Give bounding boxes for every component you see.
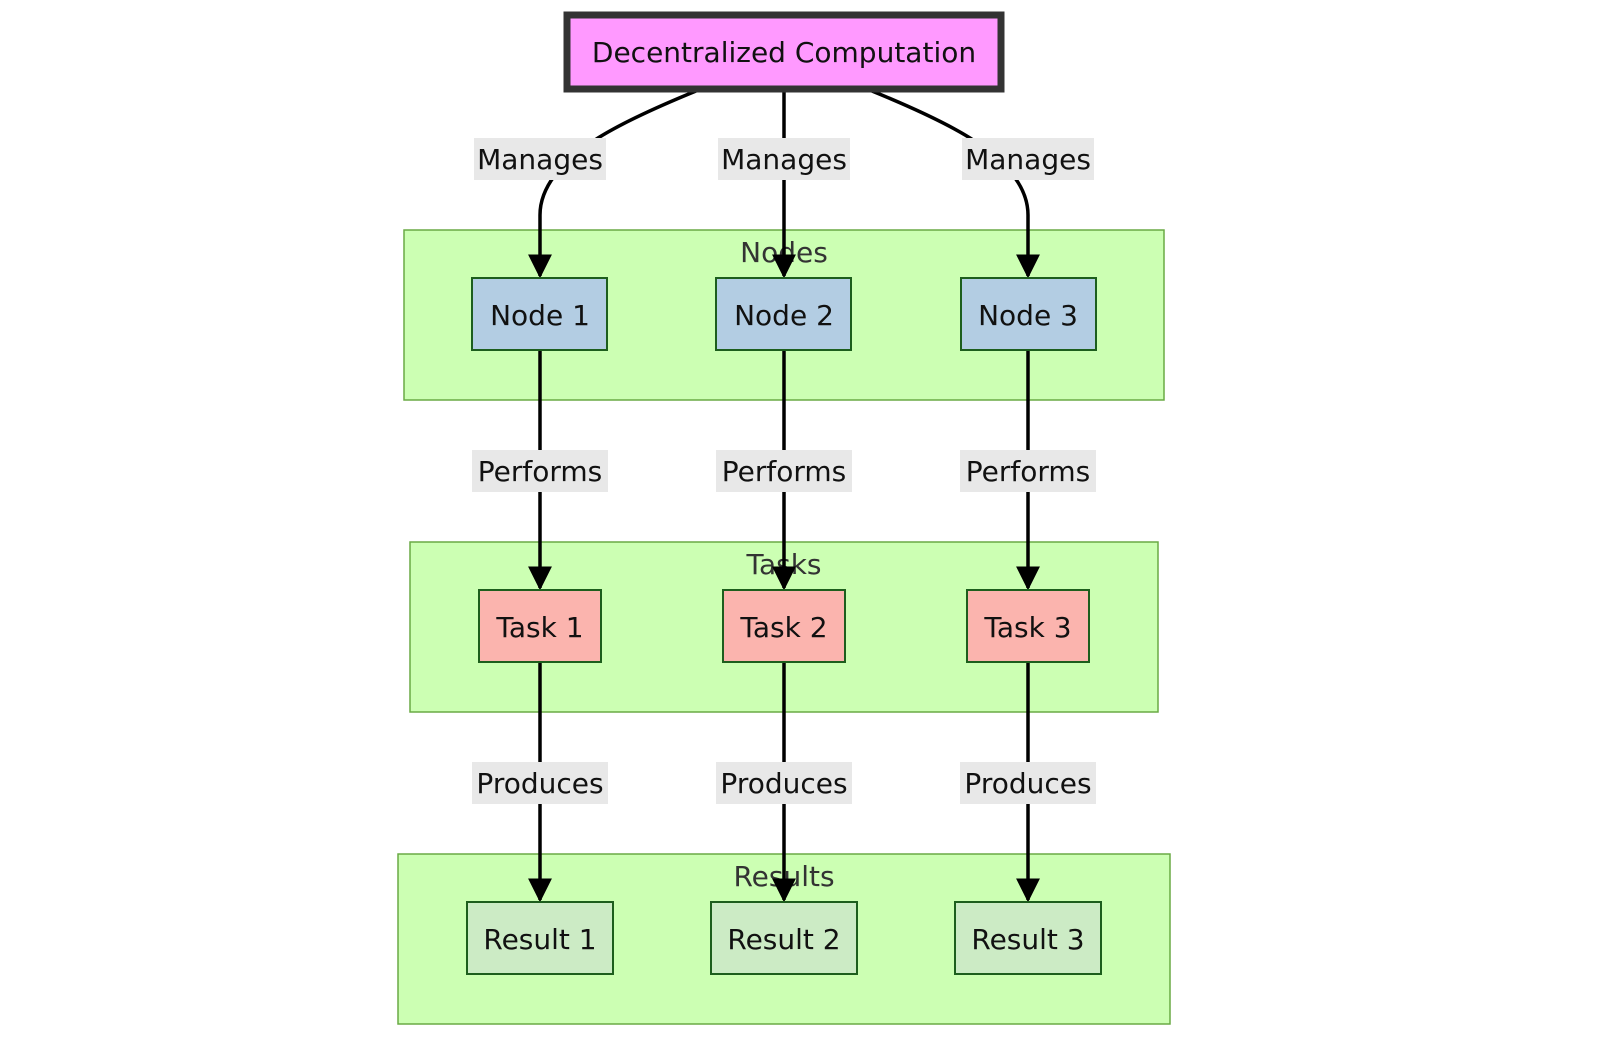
result-3[interactable]: Result 3	[954, 901, 1102, 975]
node-2[interactable]: Node 2	[715, 277, 852, 351]
svg-text:Performs: Performs	[722, 455, 847, 488]
svg-text:Manages: Manages	[721, 143, 847, 176]
edge-label-performs-2: Performs	[716, 450, 852, 492]
result-1[interactable]: Result 1	[466, 901, 614, 975]
edge-label-produces-1: Produces	[472, 762, 608, 804]
node-3[interactable]: Node 3	[960, 277, 1097, 351]
node-2-label: Node 2	[734, 299, 834, 332]
node-3-label: Node 3	[978, 299, 1078, 332]
edge-label-manages-3: Manages	[962, 138, 1094, 180]
result-2-label: Result 2	[727, 923, 840, 956]
edge-label-manages-2: Manages	[718, 138, 850, 180]
svg-text:Manages: Manages	[477, 143, 603, 176]
edge-label-produces-3: Produces	[960, 762, 1096, 804]
task-3[interactable]: Task 3	[966, 589, 1090, 663]
result-3-label: Result 3	[971, 923, 1084, 956]
task-2[interactable]: Task 2	[722, 589, 846, 663]
task-1[interactable]: Task 1	[478, 589, 602, 663]
result-1-label: Result 1	[483, 923, 596, 956]
svg-text:Performs: Performs	[966, 455, 1091, 488]
edge-label-produces-2: Produces	[716, 762, 852, 804]
edge-label-performs-3: Performs	[960, 450, 1096, 492]
edge-label-manages-1: Manages	[474, 138, 606, 180]
task-3-label: Task 3	[983, 611, 1071, 644]
root-node[interactable]: Decentralized Computation	[563, 11, 1005, 93]
flowchart: Nodes Tasks Results Manages Manages Mana…	[397, 11, 1171, 1025]
svg-text:Produces: Produces	[720, 767, 847, 800]
svg-text:Performs: Performs	[478, 455, 603, 488]
edge-label-performs-1: Performs	[472, 450, 608, 492]
result-2[interactable]: Result 2	[710, 901, 858, 975]
node-1-label: Node 1	[490, 299, 590, 332]
node-1[interactable]: Node 1	[471, 277, 608, 351]
svg-text:Produces: Produces	[964, 767, 1091, 800]
svg-text:Manages: Manages	[965, 143, 1091, 176]
task-1-label: Task 1	[495, 611, 583, 644]
task-2-label: Task 2	[739, 611, 827, 644]
root-node-label: Decentralized Computation	[592, 36, 976, 69]
svg-text:Produces: Produces	[476, 767, 603, 800]
